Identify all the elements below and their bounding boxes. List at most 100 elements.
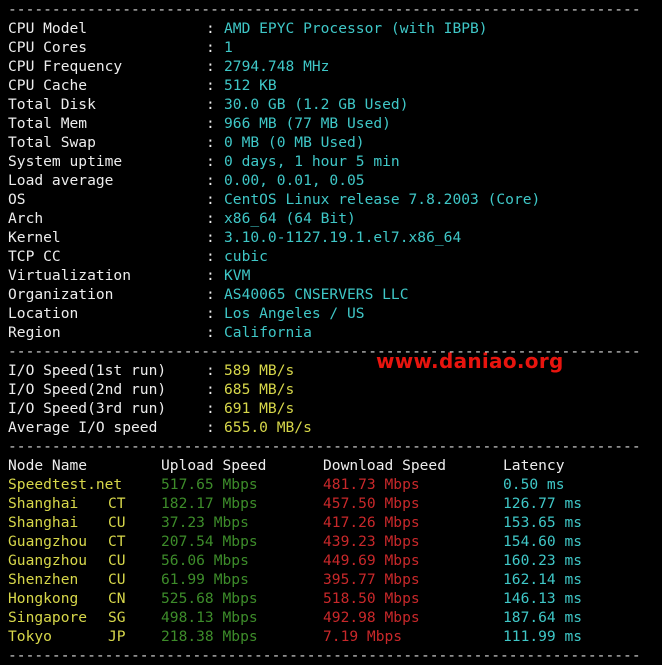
info-label: TCP CC (8, 248, 61, 265)
header-download-speed: Download Speed (323, 457, 447, 474)
io-value: 589 MB/s (224, 362, 295, 379)
info-colon: : (206, 77, 215, 94)
latency: 187.64 ms (503, 609, 583, 626)
system-info-row: Virtualization: KVM (8, 266, 656, 285)
system-info-row: Arch: x86_64 (64 Bit) (8, 209, 656, 228)
info-label: OS (8, 191, 26, 208)
info-colon: : (206, 191, 215, 208)
info-value: AS40065 CNSERVERS LLC (224, 286, 409, 303)
node-isp-code: CU (108, 552, 126, 569)
node-isp-code: SG (108, 609, 126, 626)
node-name: Singapore (8, 609, 88, 626)
info-label: Region (8, 324, 61, 341)
speed-table-row: Shanghai CT 182.17 Mbps 457.50 Mbps 126.77 m… (8, 494, 656, 513)
upload-speed: 517.65 Mbps (161, 476, 258, 493)
io-speed-row: I/O Speed(3rd run):691 MB/s (8, 399, 656, 418)
header-upload-speed: Upload Speed (161, 457, 267, 474)
system-info-section: CPU Model: AMD EPYC Processor (with IBPB)… (8, 19, 656, 342)
info-label: Total Swap (8, 134, 96, 151)
latency: 146.13 ms (503, 590, 583, 607)
info-value: 2794.748 MHz (224, 58, 330, 75)
node-name: Shanghai (8, 495, 79, 512)
info-value: 0 days, 1 hour 5 min (224, 153, 400, 170)
io-label: I/O Speed(2nd run) (8, 381, 167, 398)
speed-table-row: Guangzhou CU 56.06 Mbps 449.69 Mbps 160.23 m… (8, 551, 656, 570)
io-colon: : (206, 362, 215, 379)
latency: 162.14 ms (503, 571, 583, 588)
info-colon: : (206, 305, 215, 322)
info-colon: : (206, 58, 215, 75)
io-label: I/O Speed(3rd run) (8, 400, 167, 417)
speed-table-row: Speedtest.net 517.65 Mbps 481.73 Mbps 0.50 … (8, 475, 656, 494)
upload-speed: 207.54 Mbps (161, 533, 258, 550)
system-info-row: CPU Cores:1 (8, 38, 656, 57)
io-colon: : (206, 419, 215, 436)
upload-speed: 218.38 Mbps (161, 628, 258, 645)
download-speed: 457.50 Mbps (323, 495, 420, 512)
download-speed: 395.77 Mbps (323, 571, 420, 588)
upload-speed: 56.06 Mbps (161, 552, 249, 569)
upload-speed: 525.68 Mbps (161, 590, 258, 607)
system-info-row: Organization: AS40065 CNSERVERS LLC (8, 285, 656, 304)
io-colon: : (206, 381, 215, 398)
system-info-row: Load average:0.00, 0.01, 0.05 (8, 171, 656, 190)
node-name: Shanghai (8, 514, 79, 531)
system-info-row: OS: CentOS Linux release 7.8.2003 (Core) (8, 190, 656, 209)
system-info-row: Region: California (8, 323, 656, 342)
info-label: Organization (8, 286, 114, 303)
info-colon: : (206, 20, 215, 37)
speed-table-header: Node Name Upload Speed Download Speed La… (8, 456, 656, 475)
latency: 153.65 ms (503, 514, 583, 531)
info-colon: : (206, 324, 215, 341)
upload-speed: 61.99 Mbps (161, 571, 249, 588)
io-speed-row: I/O Speed(2nd run):685 MB/s (8, 380, 656, 399)
info-value: 1 (224, 39, 233, 56)
info-label: Virtualization (8, 267, 132, 284)
io-value: 655.0 MB/s (224, 419, 312, 436)
info-label: Total Disk (8, 96, 96, 113)
download-speed: 417.26 Mbps (323, 514, 420, 531)
info-value: CentOS Linux release 7.8.2003 (Core) (224, 191, 541, 208)
info-label: CPU Cores (8, 39, 88, 56)
info-colon: : (206, 134, 215, 151)
info-value: 0 MB (0 MB Used) (224, 134, 365, 151)
latency: 154.60 ms (503, 533, 583, 550)
latency: 160.23 ms (503, 552, 583, 569)
watermark-text: www.daniao.org (376, 349, 564, 373)
node-name: Speedtest.net (8, 476, 123, 493)
node-isp-code: CT (108, 533, 126, 550)
info-value: cubic (224, 248, 268, 265)
system-info-row: Total Disk:30.0 GB (1.2 GB Used) (8, 95, 656, 114)
node-name: Guangzhou (8, 533, 88, 550)
separator-line: ----------------------------------------… (8, 438, 641, 455)
info-value: 966 MB (77 MB Used) (224, 115, 391, 132)
node-isp-code: JP (108, 628, 126, 645)
info-label: System uptime (8, 153, 123, 170)
download-speed: 439.23 Mbps (323, 533, 420, 550)
info-colon: : (206, 39, 215, 56)
io-colon: : (206, 400, 215, 417)
node-isp-code: CU (108, 514, 126, 531)
info-colon: : (206, 96, 215, 113)
info-colon: : (206, 172, 215, 189)
upload-speed: 37.23 Mbps (161, 514, 249, 531)
io-value: 685 MB/s (224, 381, 295, 398)
terminal-output: ----------------------------------------… (8, 0, 656, 665)
info-label: CPU Cache (8, 77, 88, 94)
speed-table-row: Guangzhou CT 207.54 Mbps 439.23 Mbps 154.60 … (8, 532, 656, 551)
io-value: 691 MB/s (224, 400, 295, 417)
latency: 126.77 ms (503, 495, 583, 512)
speed-table-row: Shenzhen CU 61.99 Mbps 395.77 Mbps 162.14 ms (8, 570, 656, 589)
info-colon: : (206, 286, 215, 303)
info-value: 512 KB (224, 77, 277, 94)
io-speed-row: Average I/O speed:655.0 MB/s (8, 418, 656, 437)
speed-table-row: Singapore SG 498.13 Mbps 492.98 Mbps 187.64 … (8, 608, 656, 627)
info-label: Location (8, 305, 79, 322)
header-latency: Latency (503, 457, 565, 474)
speed-table-row: Tokyo JP 218.38 Mbps 7.19 Mbps 111.99 ms (8, 627, 656, 646)
system-info-row: System uptime:0 days, 1 hour 5 min (8, 152, 656, 171)
io-label: I/O Speed(1st run) (8, 362, 167, 379)
speed-table-body: Speedtest.net 517.65 Mbps 481.73 Mbps 0.50 … (8, 475, 656, 646)
info-colon: : (206, 229, 215, 246)
node-name: Hongkong (8, 590, 79, 607)
